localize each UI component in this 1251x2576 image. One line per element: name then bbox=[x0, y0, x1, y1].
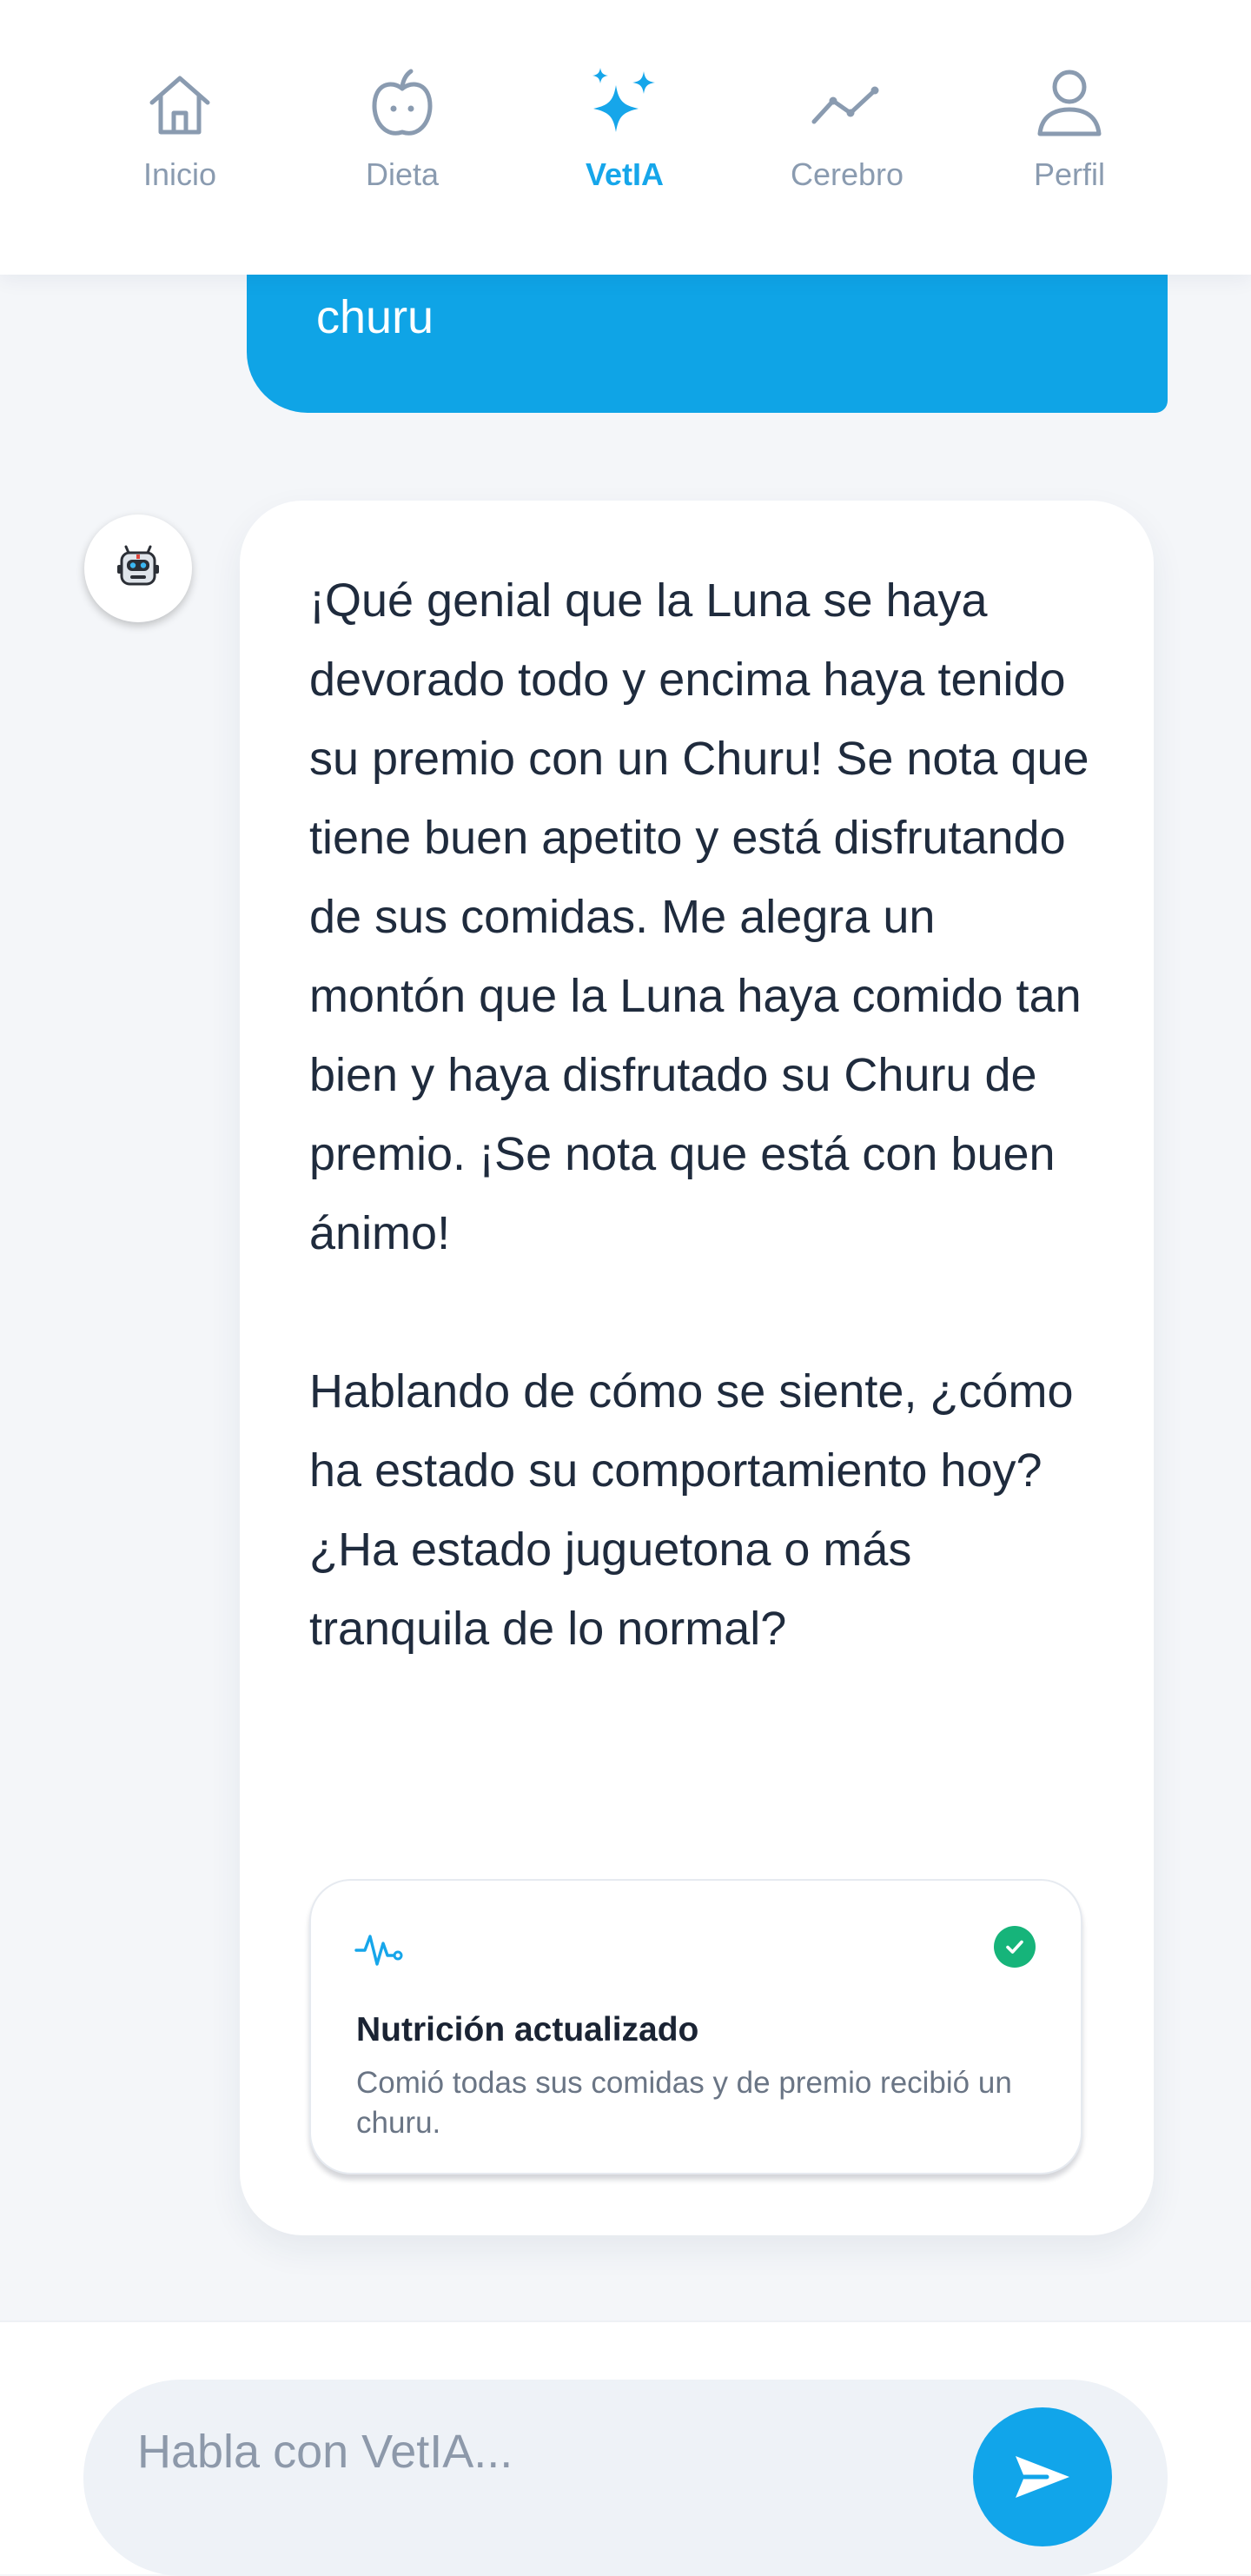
top-navigation: Inicio Dieta VetIA Cerebro Perfil bbox=[0, 0, 1251, 275]
nav-label-vetia: VetIA bbox=[585, 156, 665, 192]
bot-message-bubble: ¡Qué genial que la Luna se haya devorado… bbox=[240, 501, 1154, 2235]
nav-label-dieta: Dieta bbox=[365, 156, 440, 192]
user-icon bbox=[1037, 70, 1102, 136]
nav-item-vetia[interactable]: VetIA bbox=[525, 61, 725, 193]
message-composer bbox=[0, 2320, 1251, 2576]
trend-line-icon bbox=[811, 86, 879, 124]
nutrition-update-card[interactable]: Nutrición actualizado Comió todas sus co… bbox=[309, 1879, 1082, 2174]
bot-message-text: ¡Qué genial que la Luna se haya devorado… bbox=[309, 561, 1091, 1669]
send-button[interactable] bbox=[973, 2407, 1112, 2546]
nav-item-cerebro[interactable]: Cerebro bbox=[747, 61, 947, 193]
update-title: Nutrición actualizado bbox=[356, 2011, 699, 2048]
nav-label-inicio: Inicio bbox=[142, 156, 217, 192]
bot-avatar bbox=[84, 515, 192, 622]
nav-label-perfil: Perfil bbox=[1033, 156, 1106, 192]
user-message-text: churu bbox=[316, 291, 434, 343]
nav-label-cerebro: Cerebro bbox=[790, 156, 904, 192]
user-message-bubble: churu bbox=[247, 261, 1168, 413]
pulse-icon bbox=[354, 1935, 403, 1966]
sparkles-icon bbox=[592, 68, 655, 132]
nav-item-inicio[interactable]: Inicio bbox=[80, 61, 280, 193]
check-circle-icon bbox=[994, 1926, 1036, 1968]
apple-icon bbox=[372, 69, 433, 136]
home-icon bbox=[149, 76, 210, 135]
bot-message-paragraph: Hablando de cómo se siente, ¿cómo ha est… bbox=[309, 1365, 1074, 1655]
nav-item-perfil[interactable]: Perfil bbox=[970, 61, 1169, 193]
bot-message-paragraph: ¡Qué genial que la Luna se haya devorado… bbox=[309, 574, 1089, 1259]
nav-item-dieta[interactable]: Dieta bbox=[302, 61, 502, 193]
update-description: Comió todas sus comidas y de premio reci… bbox=[356, 2066, 1012, 2140]
robot-icon bbox=[117, 545, 159, 586]
send-icon bbox=[1016, 2456, 1069, 2498]
